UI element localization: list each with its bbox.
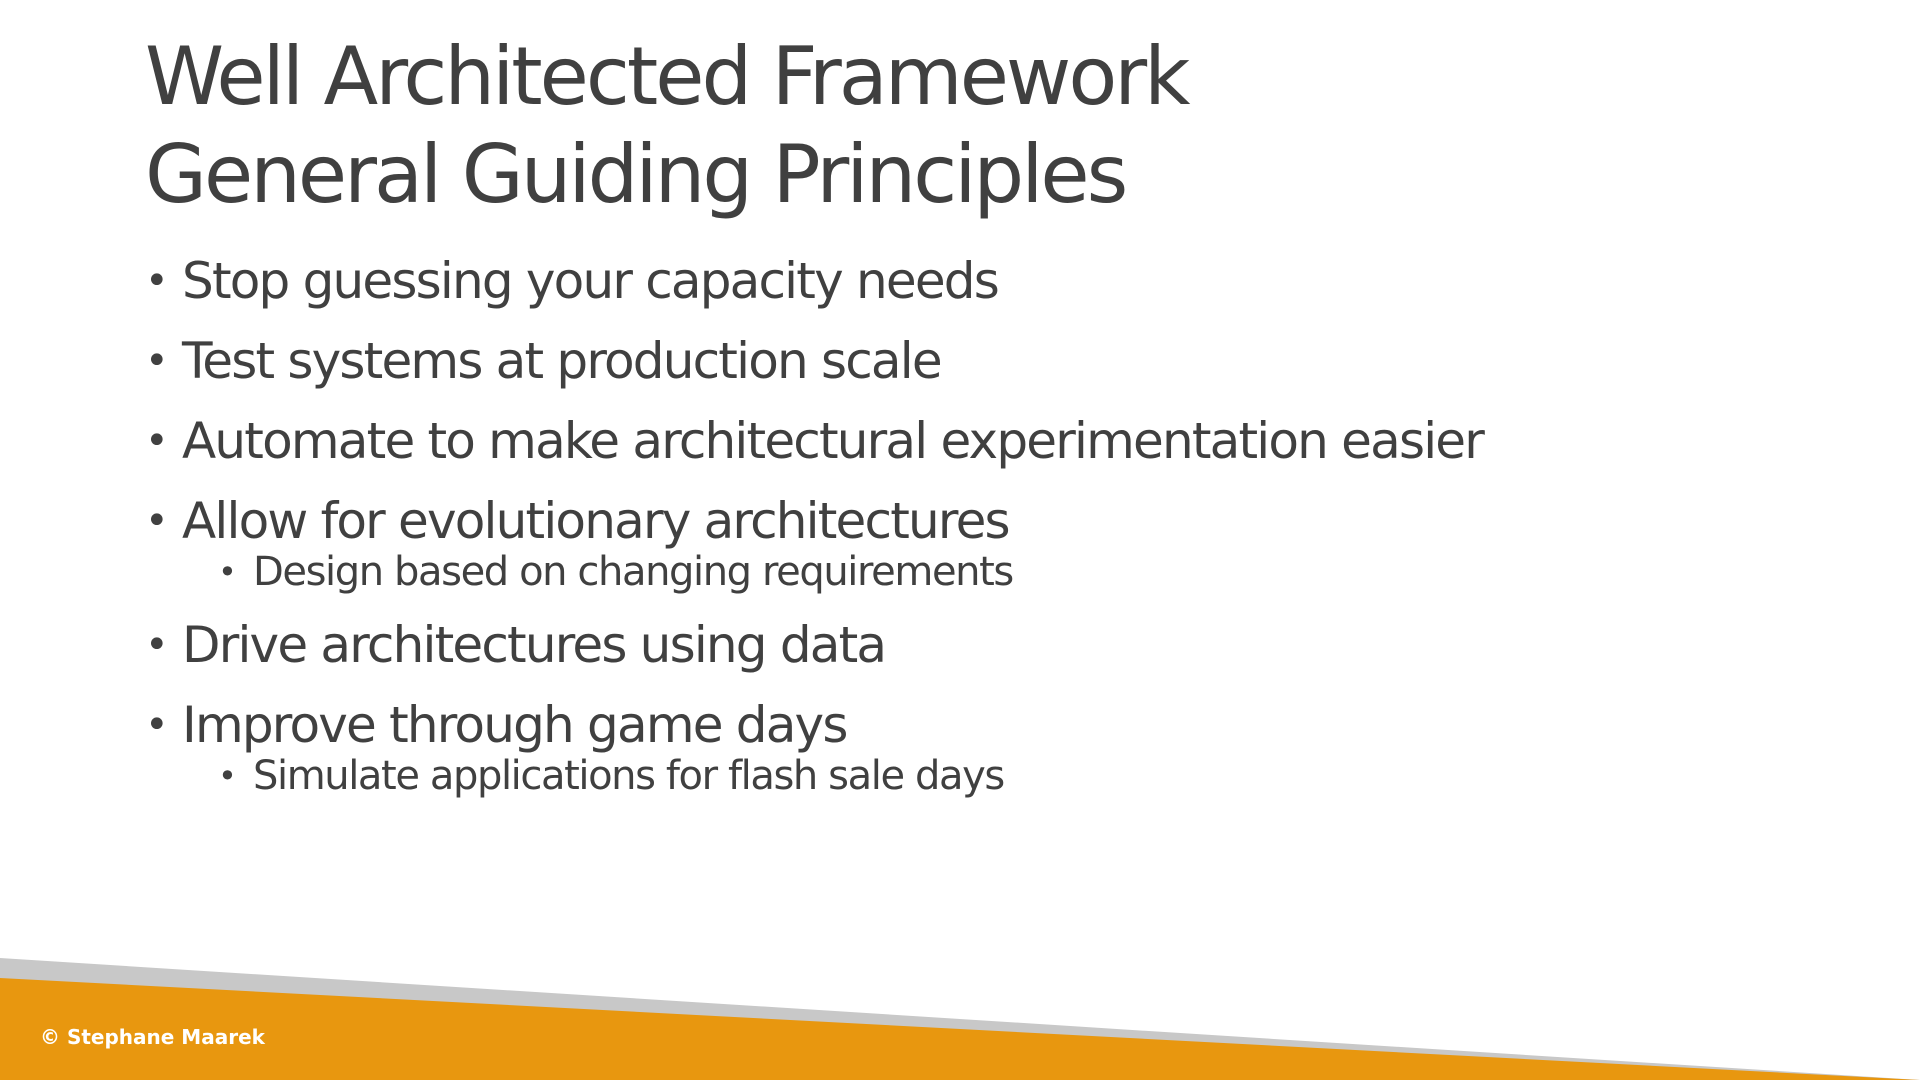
bullet-text: Automate to make architectural experimen…: [182, 412, 1485, 470]
bullet-text: Test systems at production scale: [182, 332, 943, 390]
bullet-item: Allow for evolutionary architectures Des…: [145, 486, 1483, 600]
bullet-item: Drive architectures using data: [145, 610, 1483, 680]
bullet-text: Stop guessing your capacity needs: [182, 252, 1000, 310]
title-line-1: Well Architected Framework: [145, 30, 1191, 123]
bullet-item: Improve through game days Simulate appli…: [145, 690, 1483, 804]
bullet-item: Automate to make architectural experimen…: [145, 406, 1485, 476]
bullet-item: Stop guessing your capacity needs: [145, 246, 1483, 316]
bullet-list: Stop guessing your capacity needs Test s…: [145, 246, 1485, 814]
footer-band: [0, 958, 1920, 1080]
copyright-text: © Stephane Maarek: [40, 1025, 265, 1049]
sub-bullet-item: Simulate applications for flash sale day…: [218, 748, 1483, 804]
bullet-text: Allow for evolutionary architectures: [182, 492, 1011, 550]
sub-bullet-item: Design based on changing requirements: [218, 544, 1483, 600]
bullet-text: Improve through game days: [182, 696, 848, 754]
bullet-text: Drive architectures using data: [182, 616, 887, 674]
sub-bullet-list: Design based on changing requirements: [182, 544, 1483, 600]
udemy-watermark-icon: Udemy: [1863, 1054, 1908, 1070]
slide: Well Architected Framework General Guidi…: [0, 0, 1920, 1080]
sub-bullet-list: Simulate applications for flash sale day…: [182, 748, 1483, 804]
bullet-item: Test systems at production scale: [145, 326, 1483, 396]
slide-title: Well Architected Framework General Guidi…: [145, 28, 1191, 224]
title-line-2: General Guiding Principles: [145, 128, 1128, 221]
